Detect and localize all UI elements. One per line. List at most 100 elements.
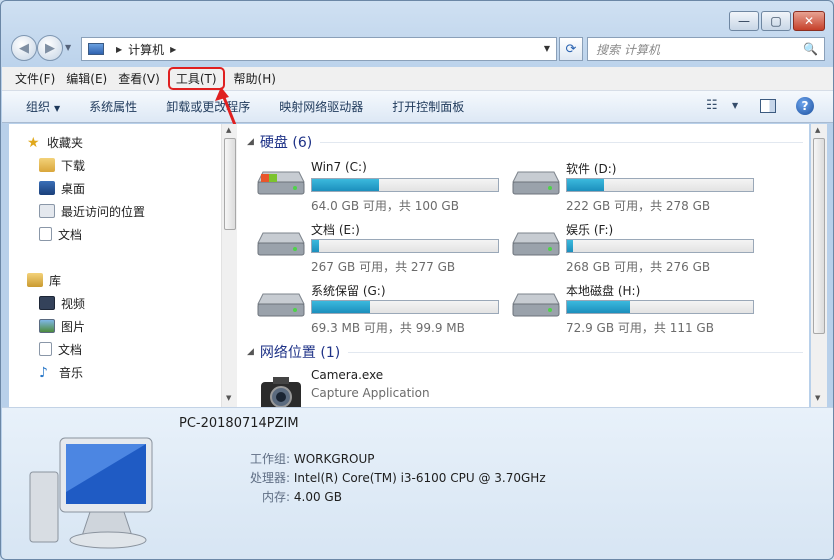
search-input[interactable]: 搜索 计算机 🔍 bbox=[587, 37, 825, 61]
sidebar-item-library[interactable]: 库 bbox=[27, 270, 61, 290]
capacity-fill bbox=[312, 179, 379, 191]
details-pane: PC-20180714PZIM 工作组: WORKGROUP 处理器: Inte… bbox=[2, 407, 833, 559]
drive-space: 268 GB 可用，共 276 GB bbox=[566, 260, 711, 274]
network-item-name: Camera.exe bbox=[311, 368, 384, 382]
menu-bar: 文件(F) 编辑(E) 查看(V) 工具(T) 帮助(H) bbox=[2, 67, 833, 91]
sidebar-label: 桌面 bbox=[61, 181, 86, 196]
sidebar-item-desktop[interactable]: 桌面 bbox=[39, 178, 85, 198]
sidebar-item-pictures[interactable]: 图片 bbox=[39, 316, 85, 336]
menu-view[interactable]: 查看(V) bbox=[113, 68, 165, 89]
capacity-fill bbox=[567, 179, 605, 191]
change-view-icon[interactable]: ☷ bbox=[706, 98, 718, 113]
drive-name: 软件 (D:) bbox=[566, 162, 617, 176]
recent-places-icon bbox=[39, 204, 55, 218]
sidebar-item-favorites[interactable]: ★ 收藏夹 bbox=[27, 132, 83, 152]
open-control-panel-button[interactable]: 打开控制面板 bbox=[392, 98, 464, 115]
scroll-thumb[interactable] bbox=[224, 138, 236, 230]
document-icon bbox=[39, 342, 52, 356]
organize-label: 组织 bbox=[26, 100, 51, 114]
hard-drive-icon bbox=[257, 232, 305, 256]
drive-item[interactable]: Win7 (C:) 64.0 GB 可用，共 100 GB bbox=[257, 160, 507, 218]
capacity-bar bbox=[566, 300, 754, 314]
scroll-thumb[interactable] bbox=[813, 138, 825, 334]
hard-drive-icon bbox=[512, 171, 560, 195]
back-button[interactable]: ◀ bbox=[11, 35, 37, 61]
scroll-up-icon[interactable]: ▲ bbox=[815, 126, 820, 134]
sidebar-item-music[interactable]: ♪ 音乐 bbox=[39, 362, 83, 382]
search-placeholder: 搜索 计算机 bbox=[596, 42, 660, 57]
drive-item[interactable]: 文档 (E:) 267 GB 可用，共 277 GB bbox=[257, 221, 507, 279]
search-icon[interactable]: 🔍 bbox=[803, 42, 818, 56]
group-divider bbox=[348, 351, 803, 353]
group-divider bbox=[320, 141, 803, 143]
content-scrollbar[interactable]: ▲ ▼ bbox=[811, 124, 827, 407]
help-icon[interactable]: ? bbox=[796, 97, 814, 115]
map-network-drive-button[interactable]: 映射网络驱动器 bbox=[279, 98, 363, 115]
refresh-button[interactable]: ⟳ bbox=[559, 37, 583, 61]
breadcrumb-computer[interactable]: 计算机 bbox=[128, 41, 164, 58]
menu-file[interactable]: 文件(F) bbox=[10, 68, 60, 89]
network-item[interactable]: Camera.exe Capture Application bbox=[257, 368, 507, 407]
capacity-bar bbox=[311, 178, 499, 192]
history-dropdown-icon[interactable]: ▼ bbox=[65, 43, 71, 52]
drive-name: Win7 (C:) bbox=[311, 160, 367, 174]
capacity-fill bbox=[567, 240, 573, 252]
sidebar-label: 文档 bbox=[58, 227, 83, 242]
address-bar[interactable]: ▶ 计算机 ▶ ▼ bbox=[81, 37, 557, 61]
capacity-fill bbox=[312, 301, 370, 313]
collapse-icon[interactable]: ◢ bbox=[247, 137, 254, 147]
sidebar-label: 库 bbox=[49, 273, 62, 288]
navigation-bar: ◀ ▶ ▼ ▶ 计算机 ▶ ▼ ⟳ 搜索 计算机 🔍 bbox=[9, 35, 829, 61]
sidebar-label: 音乐 bbox=[59, 365, 84, 380]
preview-pane-icon[interactable] bbox=[760, 99, 776, 113]
explorer-window: — ▢ ✕ ◀ ▶ ▼ ▶ 计算机 ▶ ▼ ⟳ 搜索 计算机 🔍 文件(F) 编… bbox=[0, 0, 834, 560]
breadcrumb-separator-icon[interactable]: ▶ bbox=[170, 45, 176, 54]
group-network[interactable]: ◢ 网络位置 (1) bbox=[247, 342, 803, 362]
sidebar-item-recent[interactable]: 最近访问的位置 bbox=[39, 201, 145, 221]
breadcrumb-separator-icon[interactable]: ▶ bbox=[116, 45, 122, 54]
scroll-down-icon[interactable]: ▼ bbox=[815, 394, 820, 402]
close-button[interactable]: ✕ bbox=[793, 11, 825, 31]
scroll-up-icon[interactable]: ▲ bbox=[226, 126, 231, 134]
system-properties-button[interactable]: 系统属性 bbox=[89, 98, 137, 115]
drive-item[interactable]: 软件 (D:) 222 GB 可用，共 278 GB bbox=[512, 160, 762, 218]
sidebar-label: 视频 bbox=[61, 296, 86, 311]
sidebar-item-documents-lib[interactable]: 文档 bbox=[39, 339, 82, 359]
drive-item[interactable]: 娱乐 (F:) 268 GB 可用，共 276 GB bbox=[512, 221, 762, 279]
drive-item[interactable]: 系统保留 (G:) 69.3 MB 可用，共 99.9 MB bbox=[257, 282, 507, 340]
drive-space: 72.9 GB 可用，共 111 GB bbox=[566, 321, 714, 335]
collapse-icon[interactable]: ◢ bbox=[247, 347, 254, 357]
maximize-button[interactable]: ▢ bbox=[761, 11, 791, 31]
drive-item[interactable]: 本地磁盘 (H:) 72.9 GB 可用，共 111 GB bbox=[512, 282, 762, 340]
video-icon bbox=[39, 296, 55, 310]
forward-button[interactable]: ▶ bbox=[37, 35, 63, 61]
document-icon bbox=[39, 227, 52, 241]
sidebar-label: 最近访问的位置 bbox=[61, 204, 146, 219]
group-title: 硬盘 (6) bbox=[259, 135, 313, 151]
sidebar-label: 收藏夹 bbox=[47, 135, 84, 150]
hard-drive-icon bbox=[257, 171, 305, 195]
picture-icon bbox=[39, 319, 55, 333]
camera-icon bbox=[261, 377, 301, 407]
sidebar-label: 文档 bbox=[58, 342, 83, 357]
sidebar-item-videos[interactable]: 视频 bbox=[39, 293, 85, 313]
address-dropdown-icon[interactable]: ▼ bbox=[544, 44, 550, 53]
command-bar: 组织 ▼ 系统属性 卸载或更改程序 映射网络驱动器 打开控制面板 ☷ ▼ ? bbox=[2, 91, 833, 123]
sidebar-item-downloads[interactable]: 下载 bbox=[39, 155, 85, 175]
drive-name: 系统保留 (G:) bbox=[311, 284, 386, 298]
navigation-scrollbar[interactable]: ▲ ▼ bbox=[221, 124, 237, 407]
capacity-bar bbox=[566, 178, 754, 192]
menu-edit[interactable]: 编辑(E) bbox=[61, 68, 112, 89]
view-dropdown-icon[interactable]: ▼ bbox=[732, 101, 738, 110]
computer-icon bbox=[29, 437, 153, 549]
scroll-down-icon[interactable]: ▼ bbox=[226, 394, 231, 402]
organize-button[interactable]: 组织 ▼ bbox=[26, 98, 60, 115]
group-hard-disks[interactable]: ◢ 硬盘 (6) bbox=[247, 132, 803, 152]
detail-value: WORKGROUP bbox=[293, 452, 375, 466]
capacity-bar bbox=[566, 239, 754, 253]
detail-value: Intel(R) Core(TM) i3-6100 CPU @ 3.70GHz bbox=[293, 471, 546, 485]
minimize-button[interactable]: — bbox=[729, 11, 759, 31]
capacity-fill bbox=[567, 301, 631, 313]
sidebar-item-documents-fav[interactable]: 文档 bbox=[39, 224, 82, 244]
drive-name: 娱乐 (F:) bbox=[566, 223, 614, 237]
